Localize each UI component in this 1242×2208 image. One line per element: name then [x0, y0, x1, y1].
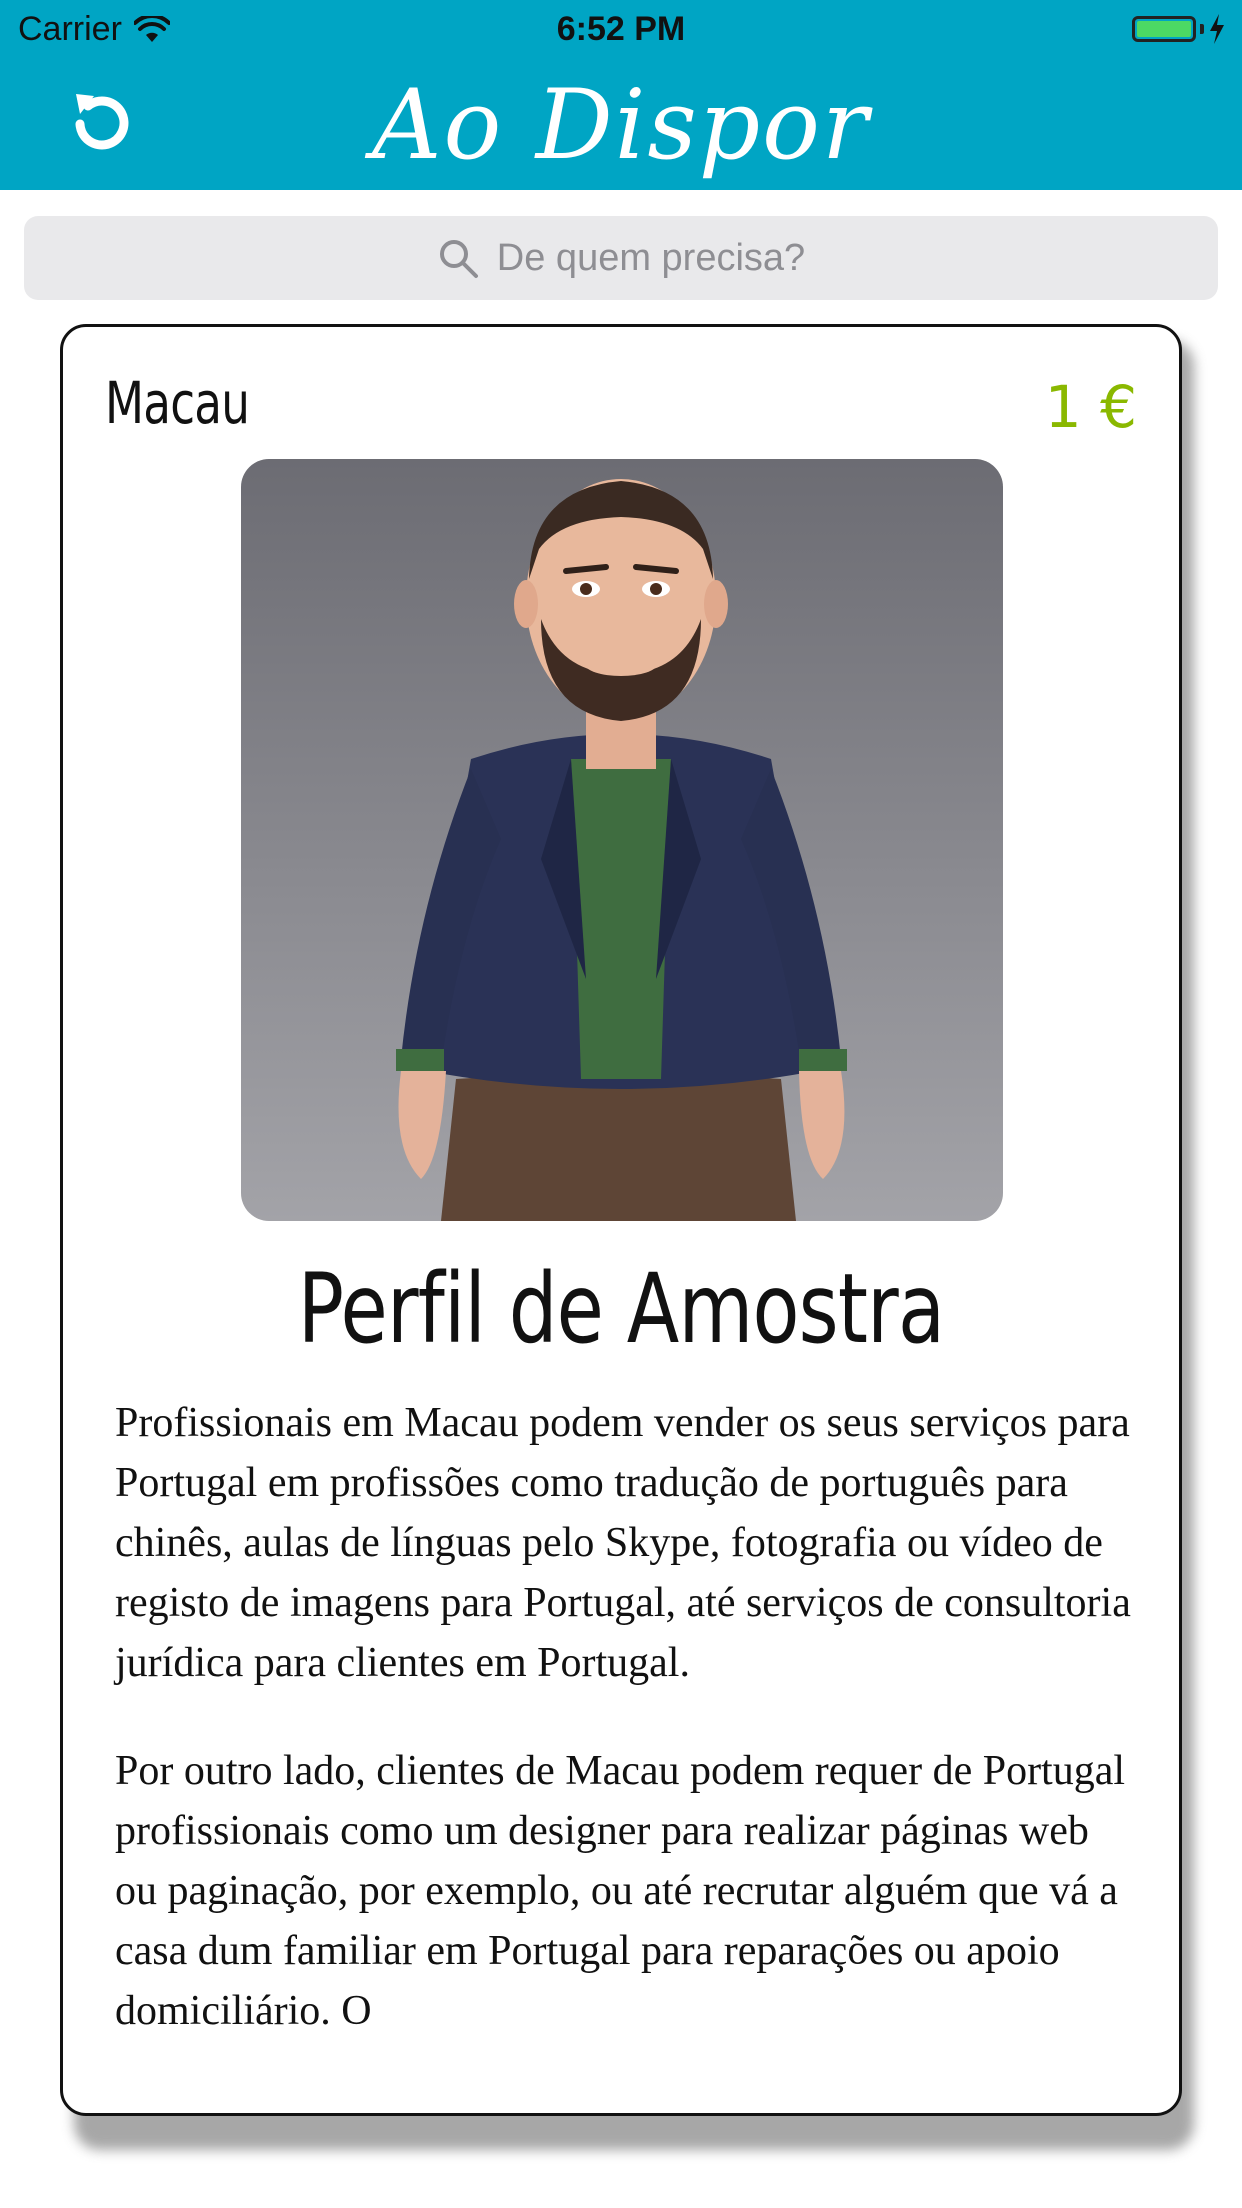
search-icon	[439, 240, 478, 278]
app-screen: Carrier 6:52 PM Ao Dispor De quem precis…	[0, 0, 1242, 2208]
status-time: 6:52 PM	[556, 10, 686, 48]
nav-header: Carrier 6:52 PM Ao Dispor	[0, 0, 1242, 190]
battery-icon	[1132, 16, 1196, 42]
avatar-image	[241, 459, 1003, 1221]
description-paragraph: Profissionais em Macau podem vender os s…	[115, 1400, 1131, 1686]
search-placeholder[interactable]: De quem precisa?	[497, 237, 805, 280]
profile-description: Profissionais em Macau podem vender os s…	[115, 1393, 1135, 2089]
app-title: Ao Dispor	[372, 69, 870, 181]
charging-bolt-icon	[1210, 14, 1224, 44]
battery-indicator	[1132, 14, 1226, 44]
search-bar[interactable]: De quem precisa?	[24, 216, 1218, 300]
avatar-figure	[396, 479, 847, 1221]
status-bar: Carrier 6:52 PM	[0, 0, 1242, 60]
location-label: Macau	[105, 369, 250, 437]
description-paragraph: Por outro lado, clientes de Macau podem …	[115, 1748, 1126, 2034]
price-label: 1 €	[1044, 373, 1137, 441]
profile-card[interactable]: Macau 1 € Perfil de Amostra Profissionai…	[60, 324, 1182, 2116]
profile-name: Perfil de Amostra	[297, 1253, 945, 1365]
